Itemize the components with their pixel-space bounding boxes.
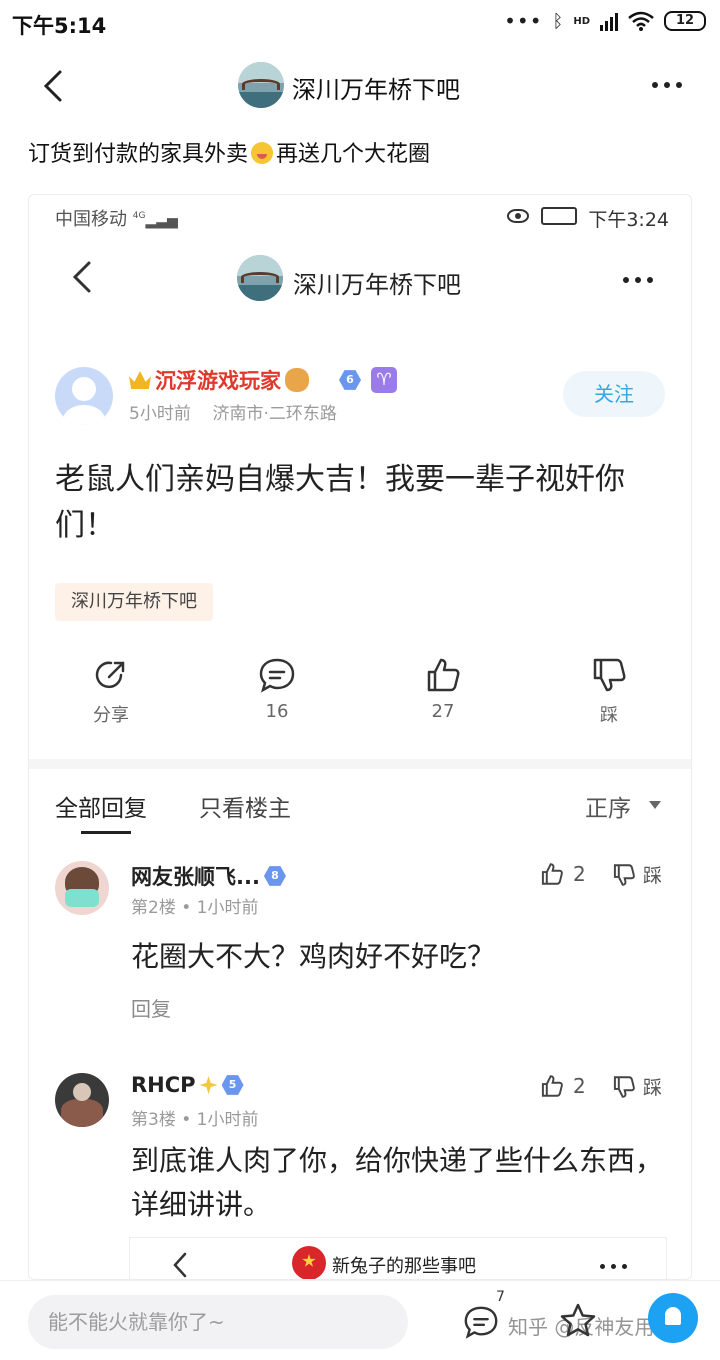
like-action: 27 <box>403 655 483 722</box>
reply-like: 2 <box>539 1073 586 1099</box>
thumbs-down-icon <box>613 1075 635 1098</box>
thumbs-down-icon <box>593 658 626 692</box>
forum-tag: 深川万年桥下吧 <box>55 583 213 621</box>
inner-battery-icon <box>541 207 577 225</box>
notification-button[interactable] <box>648 1293 698 1343</box>
like-count: 27 <box>431 701 455 722</box>
more-dots-icon: ••• <box>504 9 543 33</box>
yum-emoji-icon <box>251 142 274 164</box>
nested-forum-avatar <box>292 1246 326 1279</box>
more-options-icon[interactable] <box>652 82 682 88</box>
crown-icon <box>129 371 151 389</box>
thumbs-up-icon <box>541 1075 563 1097</box>
battery-icon: 12 <box>664 11 706 31</box>
reply-meta: 第3楼 • 1小时前 <box>131 1110 259 1130</box>
forum-title[interactable]: 深川万年桥下吧 <box>292 70 460 105</box>
reply-author: 网友张顺飞... 8 <box>131 861 286 891</box>
sparkle-icon <box>199 1076 218 1094</box>
embedded-screenshot[interactable]: 中国移动 4G▂▃▅ 下午3:24 深川万年桥下吧 沉浮游戏玩家 6 ♈ 5小时… <box>28 194 692 1280</box>
inner-forum-title: 深川万年桥下吧 <box>293 271 461 299</box>
post-title-tail: 再送几个大花圈 <box>276 142 431 167</box>
back-icon[interactable] <box>38 66 68 106</box>
tab-owner-only: 只看楼主 <box>199 796 291 822</box>
reply-author: RHCP 5 <box>131 1073 244 1097</box>
inner-time: 下午3:24 <box>588 209 669 231</box>
reply-dislike: 踩 <box>611 861 662 888</box>
nested-more-icon <box>600 1264 627 1269</box>
forum-avatar[interactable] <box>238 62 284 108</box>
share-label: 分享 <box>93 705 129 726</box>
post-title-text: 订货到付款的家具外卖 <box>28 142 249 167</box>
comment-input[interactable] <box>28 1295 408 1349</box>
level-badge: 6 <box>339 370 361 390</box>
sort-dropdown-icon <box>649 801 661 809</box>
bottom-bar: 7 知乎 @反神友用小号 <box>0 1280 720 1360</box>
aries-icon: ♈ <box>371 367 397 393</box>
share-action: 分享 <box>71 655 151 727</box>
follow-button: 关注 <box>563 371 665 417</box>
level-badge: 5 <box>221 1075 244 1095</box>
reply-text: 到底谁人肉了你，给你快递了些什么东西，详细讲讲。 <box>131 1144 664 1221</box>
eye-icon <box>507 209 529 223</box>
reply-tabs: 全部回复 只看楼主 正序 <box>29 759 691 839</box>
level-badge: 8 <box>263 866 286 886</box>
reply-text: 花圈大不大？鸡肉好不好吃？ <box>131 940 496 973</box>
thumbs-up-icon <box>541 863 563 885</box>
inner-more-icon <box>623 277 653 283</box>
comments-count: 7 <box>496 1289 505 1305</box>
reply-like: 2 <box>539 861 586 887</box>
nested-screenshot: 新兔子的那些事吧 <box>129 1237 667 1279</box>
dislike-action: 踩 <box>569 655 649 727</box>
thumbs-down-icon <box>613 863 635 886</box>
comments-icon[interactable] <box>462 1303 500 1341</box>
nested-forum-title: 新兔子的那些事吧 <box>332 1256 476 1277</box>
inner-back-icon <box>72 261 91 293</box>
inner-carrier: 中国移动 4G▂▃▅ <box>55 209 178 230</box>
sort-label: 正序 <box>585 796 631 822</box>
inner-forum-avatar <box>237 255 283 301</box>
share-icon <box>95 661 125 689</box>
reply-dislike: 踩 <box>611 1073 662 1100</box>
status-bar: 下午5:14 ••• ᛒ HD 12 <box>0 0 720 46</box>
reply-avatar <box>55 861 109 915</box>
network-type: HD <box>573 15 590 27</box>
active-tab-indicator <box>81 831 131 834</box>
inner-status-bar: 中国移动 4G▂▃▅ 下午3:24 <box>29 195 691 237</box>
wifi-icon <box>628 11 654 31</box>
author-meta: 5小时前 济南市·二环东路 <box>129 404 337 424</box>
app-header: 深川万年桥下吧 <box>0 46 720 126</box>
post-content: 老鼠人们亲妈自爆大吉！我要一辈子视奸你们！ <box>55 462 625 543</box>
bluetooth-icon: ᛒ <box>552 10 564 32</box>
inner-header: 深川万年桥下吧 <box>29 247 691 317</box>
comment-count: 16 <box>265 701 289 722</box>
reply-avatar <box>55 1073 109 1127</box>
status-icons: ••• ᛒ HD 12 <box>504 9 706 33</box>
thumbs-up-icon <box>427 658 460 692</box>
author-avatar <box>55 367 113 425</box>
shiba-emoji-icon <box>285 368 309 392</box>
tab-all-replies: 全部回复 <box>55 796 147 822</box>
post-title: 订货到付款的家具外卖 再送几个大花圈 <box>28 136 430 168</box>
reply-link: 回复 <box>131 997 171 1021</box>
signal-icon <box>600 11 618 31</box>
nested-back-icon <box>173 1252 187 1278</box>
reply-meta: 第2楼 • 1小时前 <box>131 898 259 918</box>
author-name: 沉浮游戏玩家 <box>129 365 309 395</box>
dislike-label: 踩 <box>600 705 618 726</box>
comment-icon <box>259 658 295 693</box>
status-time: 下午5:14 <box>12 14 107 38</box>
comment-action: 16 <box>237 655 317 722</box>
